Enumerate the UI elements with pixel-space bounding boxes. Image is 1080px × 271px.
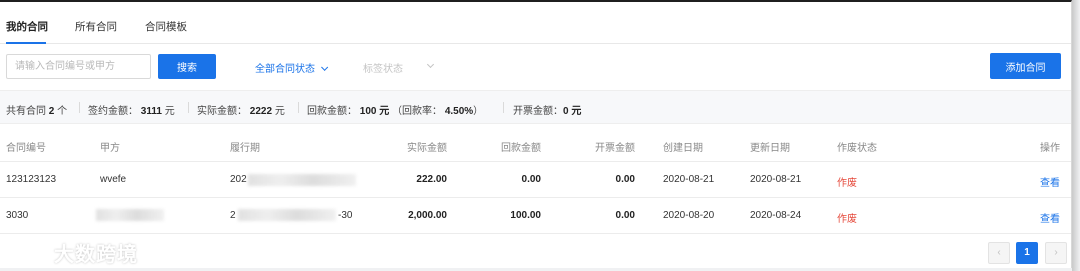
- cell-returned: 100.00: [510, 210, 541, 221]
- col-header-action: 操作: [1040, 143, 1060, 154]
- cell-actual: 222.00: [416, 174, 447, 185]
- redacted-blur: [96, 209, 164, 221]
- tag-status-label: 标签状态: [363, 64, 403, 75]
- signed-amount: 签约金额： 3111 元: [88, 106, 175, 117]
- tab-bar: 我的合同 所有合同 合同模板: [0, 2, 1071, 44]
- contract-status-label: 全部合同状态: [255, 64, 315, 75]
- col-header-party: 甲方: [100, 143, 120, 154]
- search-input[interactable]: [6, 54, 151, 79]
- cell-party: wvefe: [100, 174, 127, 185]
- returned-amount: 回款金额： 100 元 （回款率： 4.50%）: [307, 106, 484, 117]
- cell-actual: 2,000.00: [408, 210, 447, 221]
- tab-contract-templates[interactable]: 合同模板: [145, 19, 187, 34]
- table-divider: [0, 161, 1071, 162]
- col-header-updated: 更新日期: [750, 143, 790, 154]
- add-contract-button[interactable]: 添加合同: [990, 53, 1061, 79]
- col-header-created: 创建日期: [663, 143, 703, 154]
- cell-period: 202: [230, 174, 247, 185]
- invoice-amount: 开票金额：0 元: [513, 106, 582, 117]
- chevron-down-icon: [426, 60, 435, 69]
- col-header-actual: 实际金额: [407, 143, 447, 154]
- cell-returned: 0.00: [521, 174, 541, 185]
- search-button[interactable]: 搜索: [158, 54, 216, 79]
- window-edge-shadow: [1072, 0, 1080, 271]
- tab-my-contracts[interactable]: 我的合同: [6, 19, 48, 34]
- table-divider: [0, 233, 1071, 234]
- cell-created: 2020-08-20: [663, 210, 715, 221]
- total-contracts: 共有合同 2 个: [6, 106, 68, 117]
- next-page-button[interactable]: ›: [1045, 242, 1067, 264]
- divider: [503, 102, 504, 113]
- tab-all-contracts[interactable]: 所有合同: [75, 19, 117, 34]
- active-tab-indicator: [6, 42, 46, 44]
- tag-status-select[interactable]: 标签状态: [363, 60, 435, 75]
- actual-amount: 实际金额： 2222 元: [197, 106, 285, 117]
- cell-updated: 2020-08-21: [750, 174, 802, 185]
- col-header-returned: 回款金额: [501, 143, 541, 154]
- cell-code: 3030: [6, 210, 29, 221]
- divider: [298, 102, 299, 113]
- divider: [188, 102, 189, 113]
- col-header-invoice: 开票金额: [595, 143, 635, 154]
- chevron-down-icon: [321, 63, 329, 71]
- view-link[interactable]: 查看: [1040, 210, 1060, 225]
- cell-period-start: 2: [230, 210, 236, 221]
- cell-period-end: -30: [338, 210, 353, 221]
- watermark-text: 大数跨境: [54, 243, 138, 266]
- watermark-logo-icon: [8, 243, 46, 261]
- watermark: 大数跨境: [8, 238, 138, 266]
- contract-status-select[interactable]: 全部合同状态: [255, 60, 329, 75]
- void-status-badge: 作废: [837, 214, 857, 225]
- prev-page-button[interactable]: ‹: [988, 242, 1010, 264]
- view-link[interactable]: 查看: [1040, 174, 1060, 189]
- redacted-blur: [238, 209, 336, 221]
- summary-bar: 共有合同 2 个 签约金额： 3111 元 实际金额： 2222 元 回款金额：…: [0, 90, 1071, 124]
- col-header-code: 合同编号: [6, 143, 46, 154]
- cell-updated: 2020-08-24: [750, 210, 802, 221]
- redacted-blur: [248, 174, 356, 186]
- cell-code: 123123123: [6, 174, 57, 185]
- table-divider: [0, 197, 1071, 198]
- contract-panel: 我的合同 所有合同 合同模板 搜索 全部合同状态 标签状态 添加合同 共有合同 …: [0, 0, 1072, 268]
- col-header-period: 履行期: [230, 143, 260, 154]
- col-header-void-status: 作废状态: [837, 143, 877, 154]
- cell-created: 2020-08-21: [663, 174, 715, 185]
- cell-invoice: 0.00: [615, 210, 635, 221]
- cell-invoice: 0.00: [615, 174, 635, 185]
- page-1-button[interactable]: 1: [1016, 242, 1038, 264]
- void-status-badge: 作废: [837, 178, 857, 189]
- divider: [79, 102, 80, 113]
